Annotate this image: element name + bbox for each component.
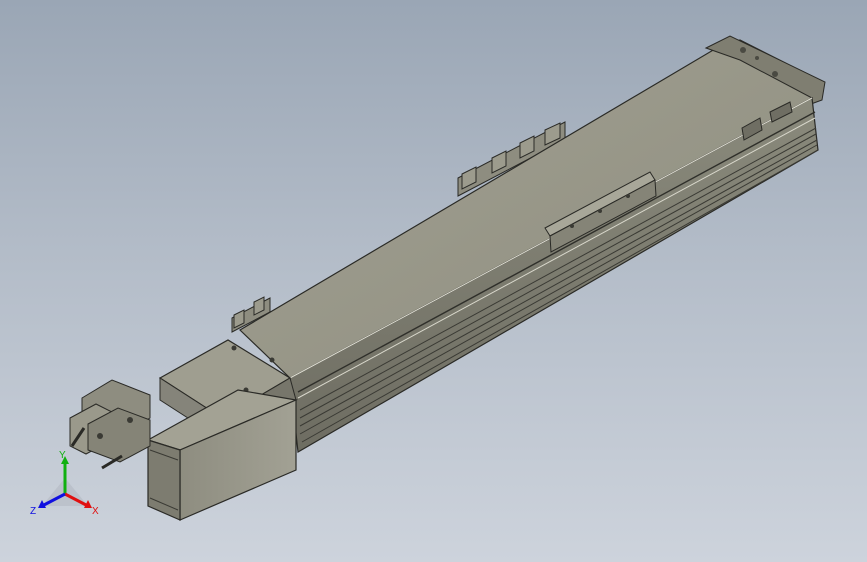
y-axis-label: Y bbox=[59, 450, 66, 461]
cad-graphics-viewport[interactable]: Y X Z bbox=[0, 0, 867, 562]
motor-housing[interactable] bbox=[146, 389, 299, 521]
z-axis-label: Z bbox=[30, 506, 36, 517]
x-axis-label: X bbox=[92, 506, 99, 517]
actuator-body[interactable] bbox=[239, 35, 826, 453]
orientation-triad[interactable]: Y X Z bbox=[28, 448, 102, 522]
linear-actuator-model[interactable] bbox=[0, 0, 867, 562]
